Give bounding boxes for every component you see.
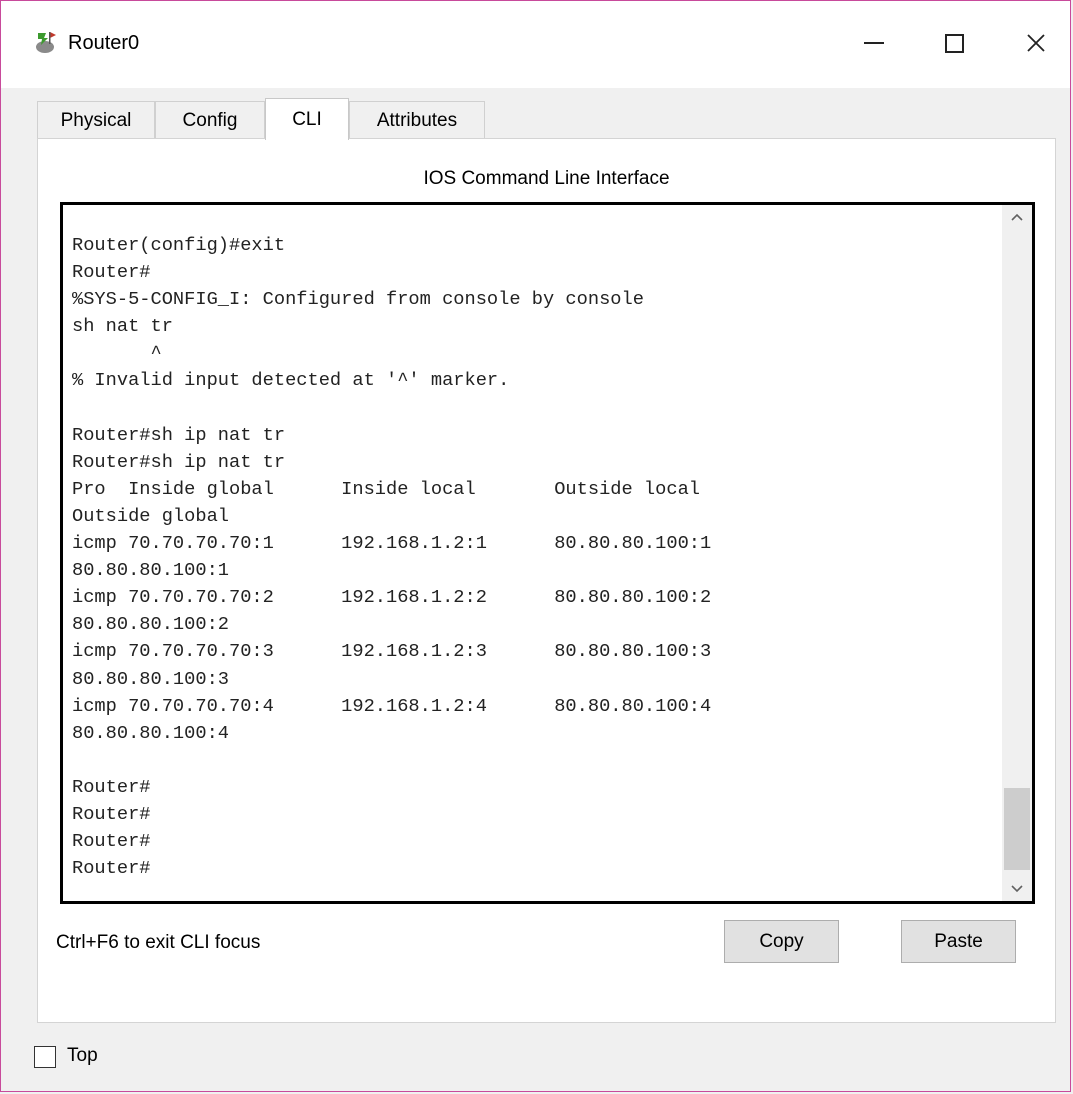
router-window: Router0 Physical Config CLI Attributes I… [0, 0, 1071, 1092]
console-line: 80.80.80.100:4 [72, 721, 230, 744]
window-title: Router0 [68, 32, 140, 54]
title-bar[interactable]: Router0 [1, 1, 1070, 88]
tab-physical[interactable]: Physical [37, 101, 155, 139]
close-icon [1027, 34, 1045, 52]
copy-button[interactable]: Copy [724, 920, 839, 963]
console-line: Router(config)#exit [72, 234, 286, 256]
console-line: 80.80.80.100:1 [72, 559, 230, 582]
maximize-icon [944, 33, 964, 53]
close-button[interactable] [1006, 15, 1066, 71]
console-line: Router# [72, 802, 151, 825]
console-line: Router#sh ip nat tr [72, 423, 286, 446]
console-line: Outside global [72, 504, 230, 527]
console-line: sh nat tr [72, 315, 173, 338]
scroll-thumb[interactable] [1004, 788, 1030, 870]
console-scrollbar[interactable] [1002, 205, 1032, 901]
top-checkbox[interactable] [34, 1046, 56, 1068]
console-line: Router# [72, 261, 151, 284]
paste-button[interactable]: Paste [901, 920, 1016, 963]
console-line: icmp 70.70.70.70:3 192.168.1.2:3 80.80.8… [72, 640, 712, 663]
maximize-button[interactable] [924, 15, 984, 71]
chevron-down-icon [1011, 885, 1023, 893]
console-line: ^ [72, 342, 162, 365]
chevron-up-icon [1011, 213, 1023, 221]
console-line: Pro Inside global Inside local Outside l… [72, 477, 701, 500]
minimize-icon [864, 42, 884, 44]
console-line: 80.80.80.100:2 [72, 613, 230, 636]
console-line: Router# [72, 830, 151, 853]
console-line: Router# [72, 775, 151, 798]
tab-config[interactable]: Config [155, 101, 265, 139]
top-checkbox-label: Top [67, 1045, 98, 1066]
console-line: Router# [72, 857, 151, 880]
minimize-button[interactable] [844, 15, 904, 71]
scroll-up-button[interactable] [1002, 205, 1032, 229]
cli-panel: IOS Command Line Interface Router(config… [37, 138, 1056, 1023]
scroll-down-button[interactable] [1002, 877, 1032, 901]
console-line: icmp 70.70.70.70:4 192.168.1.2:4 80.80.8… [72, 694, 712, 717]
console-line: 80.80.80.100:3 [72, 667, 230, 690]
console-line: %SYS-5-CONFIG_I: Configured from console… [72, 288, 644, 311]
router-icon [36, 32, 56, 53]
cli-heading: IOS Command Line Interface [423, 168, 670, 189]
console-output[interactable]: Router(config)#exit Router# %SYS-5-CONFIG_… [72, 232, 992, 902]
console-line: icmp 70.70.70.70:1 192.168.1.2:1 80.80.8… [72, 532, 712, 555]
console-line: Router#sh ip nat tr [72, 450, 286, 473]
cli-console[interactable]: Router(config)#exit Router# %SYS-5-CONFIG_… [60, 202, 1035, 904]
console-line: icmp 70.70.70.70:2 192.168.1.2:2 80.80.8… [72, 586, 712, 609]
cli-focus-hint: Ctrl+F6 to exit CLI focus [56, 932, 261, 953]
console-line: % Invalid input detected at '^' marker. [72, 369, 510, 392]
tab-attributes[interactable]: Attributes [349, 101, 485, 139]
tab-cli[interactable]: CLI [265, 98, 349, 140]
